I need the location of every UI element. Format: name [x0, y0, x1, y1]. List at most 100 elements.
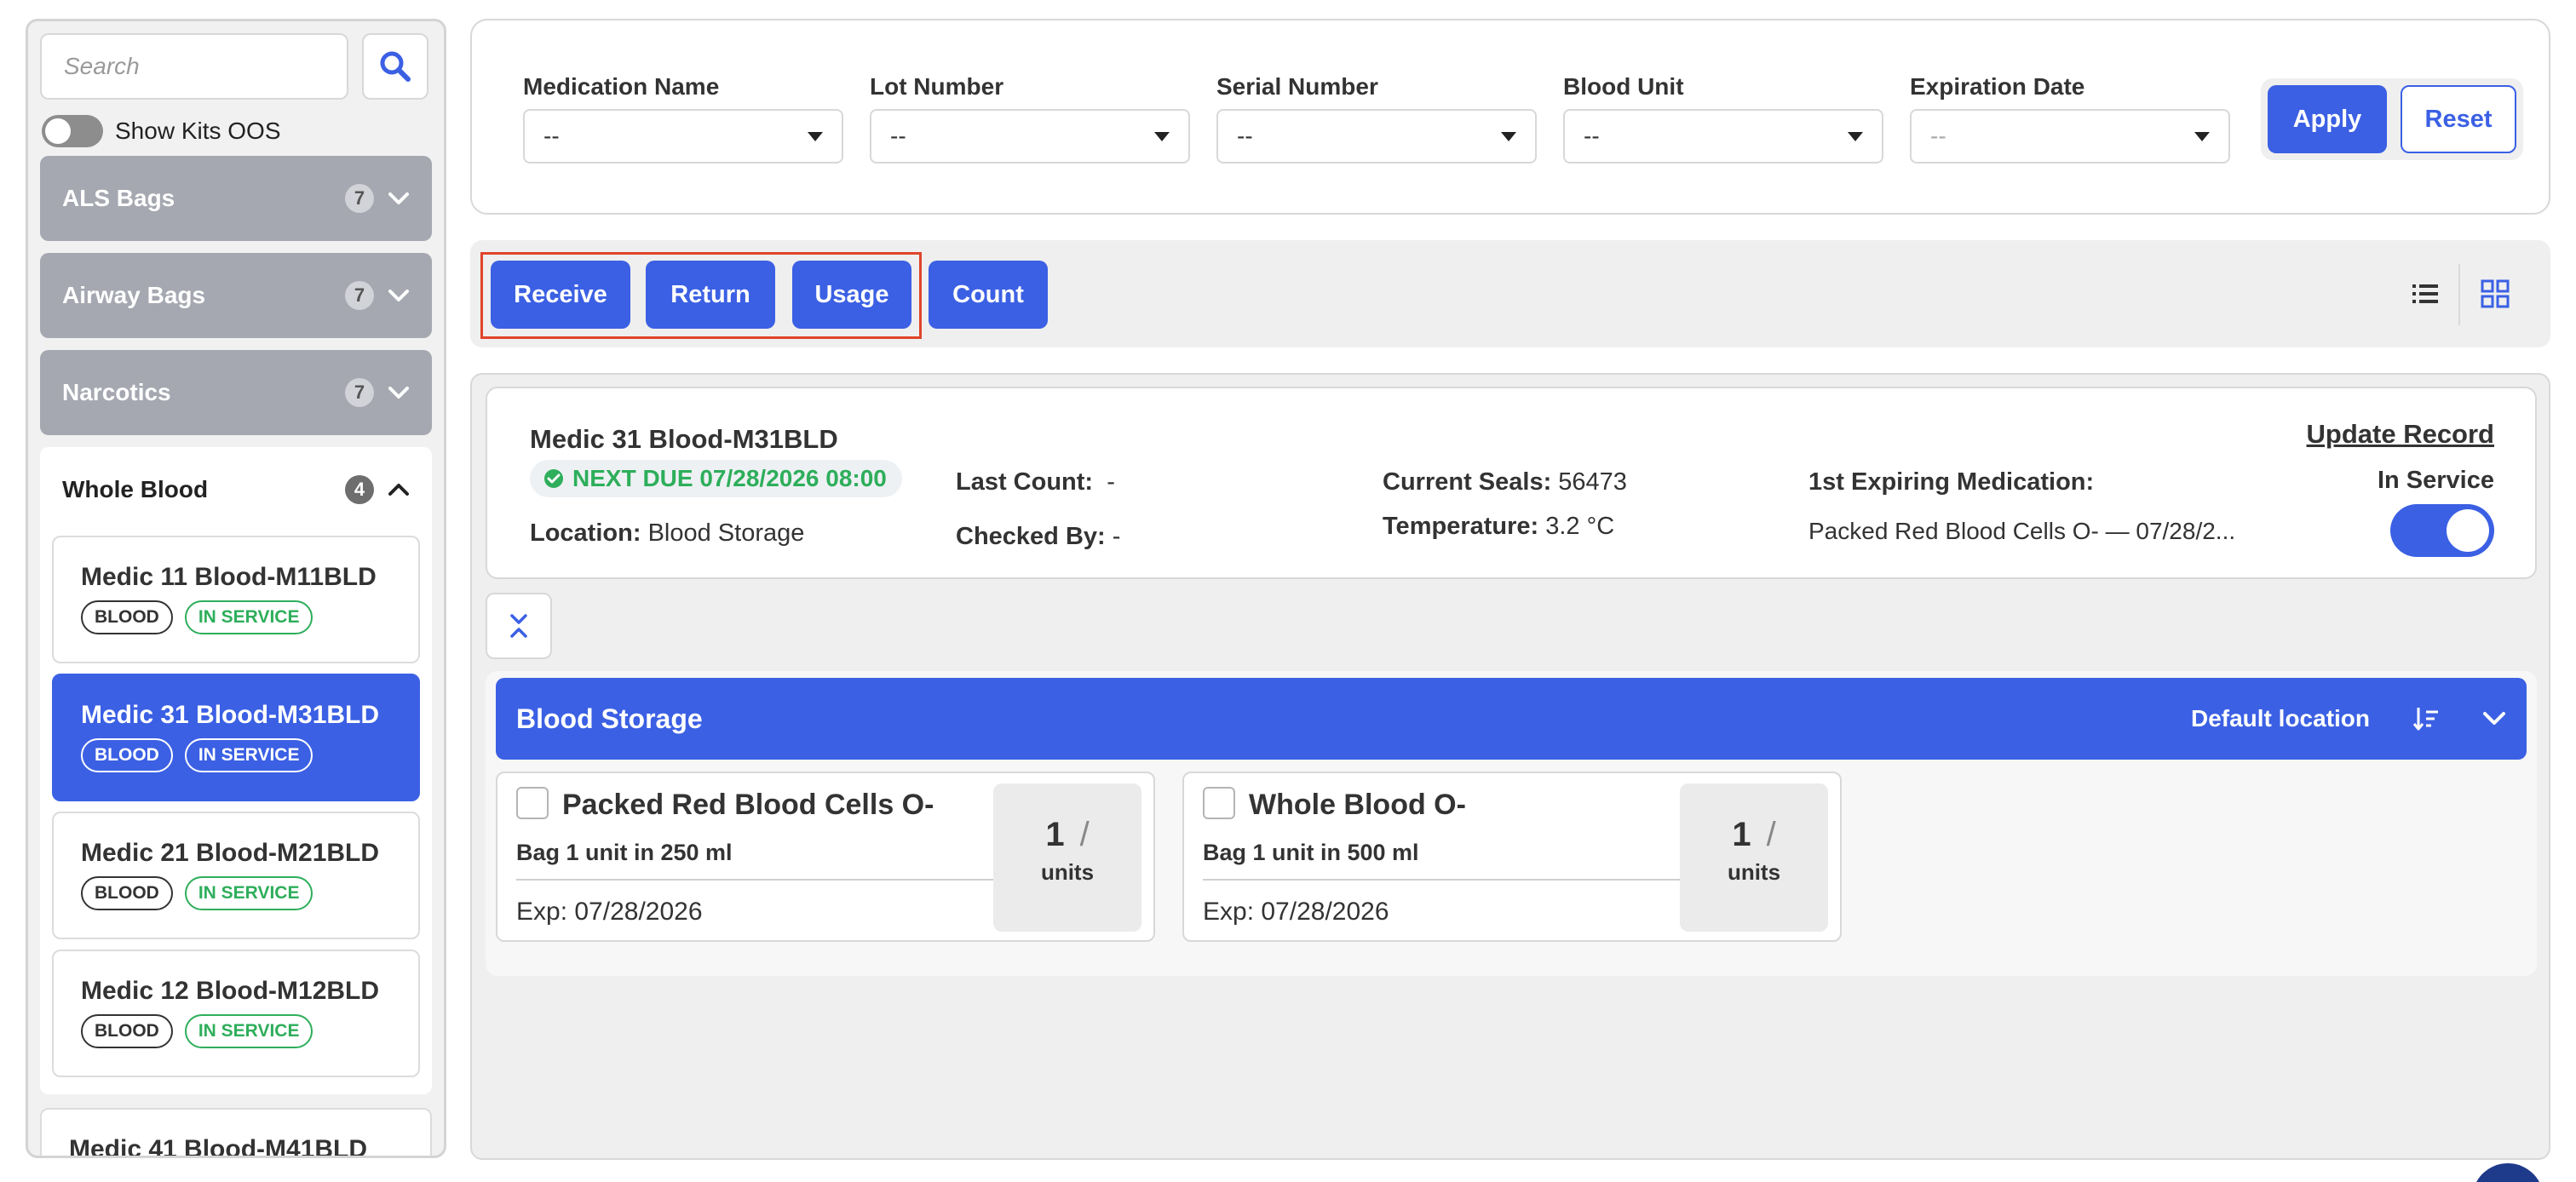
medication-checkbox[interactable]: [1203, 787, 1235, 819]
kit-detail-panel: Medic 31 Blood-M31BLD NEXT DUE 07/28/202…: [470, 373, 2550, 1160]
reset-button[interactable]: Reset: [2401, 85, 2516, 153]
list-view-button[interactable]: [2406, 274, 2445, 313]
expiration-date-select[interactable]: --: [1910, 109, 2230, 164]
kit-info-card: Medic 31 Blood-M31BLD NEXT DUE 07/28/202…: [486, 387, 2537, 579]
medication-expiration: Exp: 07/28/2026: [1203, 898, 1389, 926]
filter-blood-unit: Blood Unit --: [1563, 73, 1883, 164]
filter-label: Expiration Date: [1910, 73, 2085, 100]
group-count-badge: 4: [345, 475, 374, 504]
in-service-toggle[interactable]: [2390, 504, 2494, 557]
location-title: Blood Storage: [516, 703, 703, 734]
apply-button[interactable]: Apply: [2268, 85, 2387, 153]
group-whole-blood: Whole Blood 4 Medic 11 Blood-M11BLD BLOO…: [40, 447, 432, 1094]
search-input[interactable]: [40, 33, 348, 100]
location-header[interactable]: Blood Storage Default location: [496, 678, 2527, 760]
next-due-badge: NEXT DUE 07/28/2026 08:00: [530, 460, 902, 497]
last-count-value: -: [1107, 468, 1115, 496]
select-value: --: [890, 123, 906, 149]
location-section-blood-storage: Blood Storage Default location Packed Re…: [486, 671, 2537, 976]
kit-title: Medic 21 Blood-M21BLD: [81, 839, 380, 867]
divider: [516, 879, 1000, 881]
filter-button-group: Apply Reset: [2261, 78, 2523, 160]
medication-name-select[interactable]: --: [523, 109, 843, 164]
blood-unit-select[interactable]: --: [1563, 109, 1883, 164]
grid-view-button[interactable]: [2475, 274, 2515, 313]
filter-expiration-date: Expiration Date --: [1910, 73, 2230, 164]
location-collapse-toggle[interactable]: [2482, 711, 2506, 726]
temperature-value: 3.2 °C: [1545, 513, 1615, 540]
medication-name: Whole Blood O-: [1249, 789, 1466, 821]
group-count-badge: 7: [345, 378, 374, 407]
lot-number-select[interactable]: --: [870, 109, 1190, 164]
grid-view-icon: [2481, 279, 2510, 308]
double-chevron-up-icon: [510, 614, 527, 638]
kit-title: Medic 41 Blood-M41BLD: [69, 1135, 368, 1158]
update-record-link[interactable]: Update Record: [2307, 419, 2494, 450]
group-label: Airway Bags: [62, 282, 206, 308]
search-button[interactable]: [362, 33, 428, 100]
quantity-unit: units: [1727, 859, 1781, 885]
group-label: Narcotics: [62, 379, 171, 405]
quantity-value: 1: [1732, 816, 1751, 853]
select-value: --: [1584, 123, 1600, 149]
temperature: Temperature: 3.2 °C: [1383, 513, 1614, 541]
filter-bar: Medication Name -- Lot Number -- Serial …: [470, 19, 2550, 215]
current-seals: Current Seals: 56473: [1383, 468, 1627, 496]
help-chat-avatar[interactable]: [2472, 1163, 2544, 1182]
kit-title: Medic 31 Blood-M31BLD: [81, 701, 380, 729]
tag-blood: BLOOD: [81, 738, 173, 772]
group-narcotics[interactable]: Narcotics 7: [40, 350, 432, 435]
filter-serial-number: Serial Number --: [1216, 73, 1537, 164]
in-service-label: In Service: [2377, 467, 2494, 494]
divider: [1203, 879, 1687, 881]
kit-tags: BLOOD IN SERVICE: [81, 738, 391, 772]
chevron-down-icon: [2483, 712, 2505, 725]
kit-card-m12bld[interactable]: Medic 12 Blood-M12BLD BLOOD IN SERVICE: [52, 950, 420, 1077]
kit-info-title: Medic 31 Blood-M31BLD: [530, 424, 838, 454]
kit-card-m11bld[interactable]: Medic 11 Blood-M11BLD BLOOD IN SERVICE: [52, 536, 420, 663]
receive-button[interactable]: Receive: [491, 261, 630, 329]
kit-card-m31bld[interactable]: Medic 31 Blood-M31BLD BLOOD IN SERVICE: [52, 674, 420, 801]
last-count: Last Count: -: [956, 468, 1115, 496]
tag-in-service: IN SERVICE: [184, 738, 313, 772]
serial-number-select[interactable]: --: [1216, 109, 1537, 164]
location-value: Blood Storage: [647, 519, 805, 547]
checked-by-value: -: [1112, 523, 1121, 550]
kit-title: Medic 11 Blood-M11BLD: [81, 563, 377, 591]
medication-expiration: Exp: 07/28/2026: [516, 898, 703, 926]
kit-card-m21bld[interactable]: Medic 21 Blood-M21BLD BLOOD IN SERVICE: [52, 812, 420, 939]
select-value: --: [1930, 123, 1946, 149]
sort-button[interactable]: [2412, 705, 2440, 732]
medication-checkbox[interactable]: [516, 787, 549, 819]
filter-label: Lot Number: [870, 73, 1004, 100]
quantity-separator: /: [1766, 816, 1776, 853]
first-expiring-value: Packed Red Blood Cells O- — 07/28/2...: [1808, 518, 2236, 544]
group-airway-bags[interactable]: Airway Bags 7: [40, 253, 432, 338]
group-label: ALS Bags: [62, 185, 175, 211]
kit-tags: BLOOD IN SERVICE: [81, 1014, 391, 1048]
group-als-bags[interactable]: ALS Bags 7: [40, 156, 432, 241]
show-oos-toggle[interactable]: [42, 115, 103, 147]
next-due-text: NEXT DUE 07/28/2026 08:00: [572, 465, 887, 491]
chevron-down-icon: [388, 290, 409, 301]
return-button[interactable]: Return: [646, 261, 775, 329]
action-bar: Receive Return Usage Count: [470, 240, 2550, 347]
group-whole-blood-header[interactable]: Whole Blood 4: [40, 447, 432, 532]
first-expiring-label: 1st Expiring Medication:: [1808, 468, 2095, 496]
usage-button[interactable]: Usage: [792, 261, 911, 329]
current-seals-label: Current Seals:: [1383, 468, 1552, 496]
check-circle-icon: [544, 469, 563, 488]
tag-blood: BLOOD: [81, 1014, 173, 1048]
filter-label: Serial Number: [1216, 73, 1378, 100]
count-button[interactable]: Count: [929, 261, 1048, 329]
first-expiring-medication: 1st Expiring Medication:: [1808, 468, 2094, 496]
checked-by-label: Checked By:: [956, 523, 1106, 550]
quantity-unit: units: [1040, 859, 1095, 885]
tag-in-service: IN SERVICE: [184, 1014, 313, 1048]
kit-tags: BLOOD IN SERVICE: [81, 876, 391, 910]
select-value: --: [543, 123, 560, 149]
collapse-all-button[interactable]: [486, 593, 552, 659]
kit-card-partial[interactable]: Medic 41 Blood-M41BLD: [40, 1108, 432, 1158]
last-count-label: Last Count:: [956, 468, 1094, 496]
group-count-badge: 7: [345, 184, 374, 213]
